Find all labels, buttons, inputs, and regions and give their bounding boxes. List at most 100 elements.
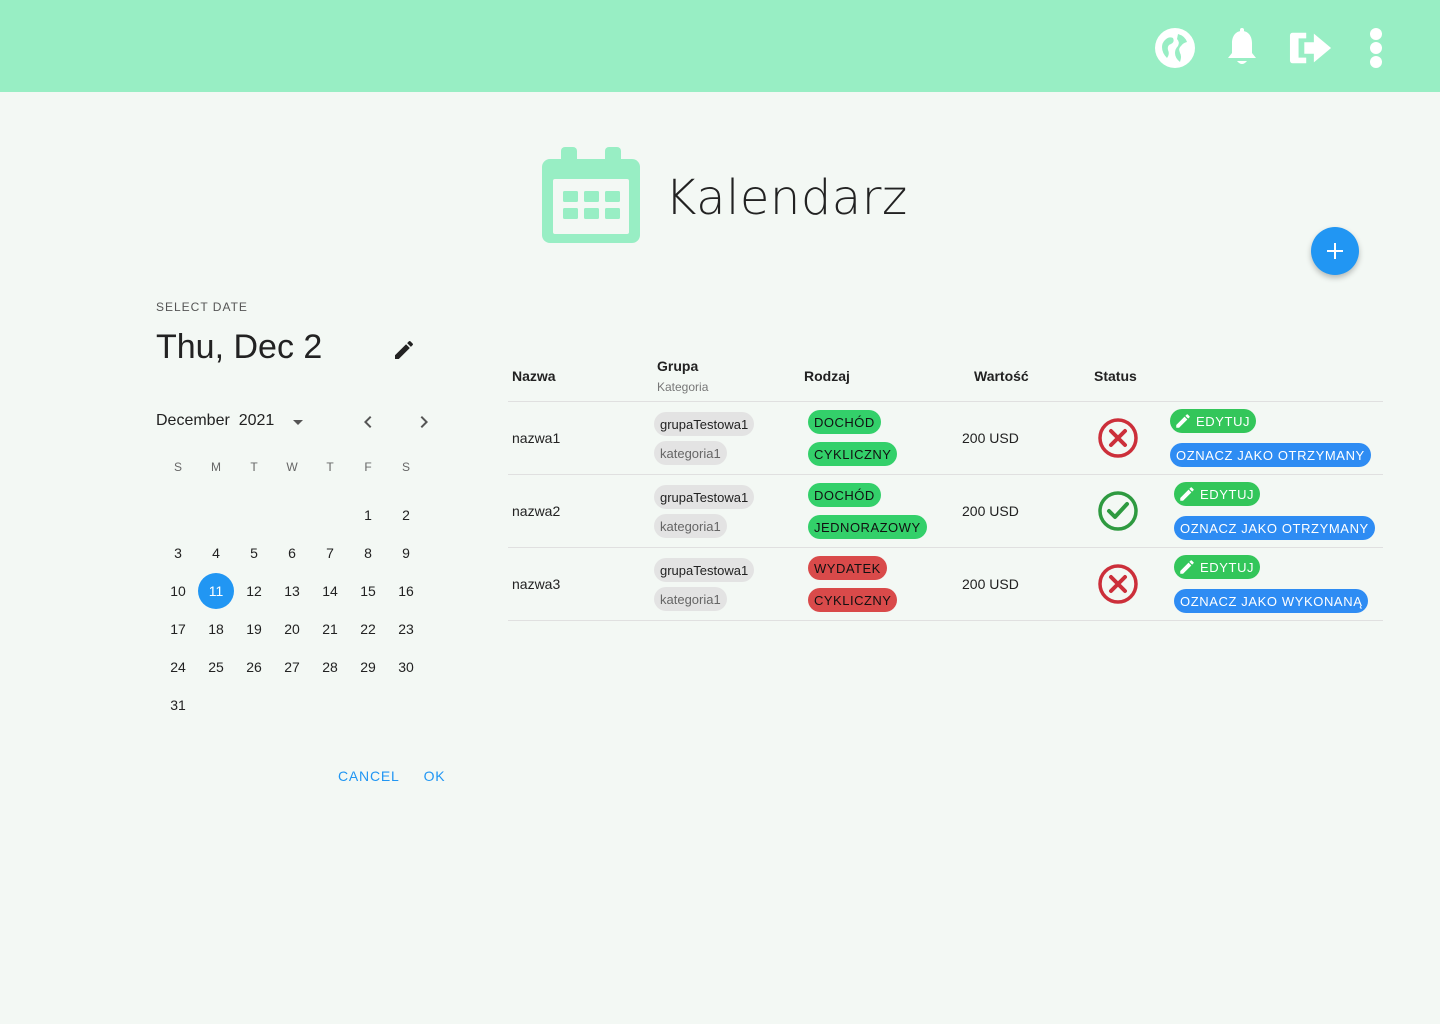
recurrence-chip: CYKLICZNY [808,588,898,612]
pencil-icon[interactable] [392,338,416,362]
pencil-icon [1180,487,1194,501]
day-28[interactable]: 28 [312,649,348,685]
arrow-drop-down-icon[interactable] [286,410,310,434]
page-header: Kalendarz [541,147,908,249]
day-15[interactable]: 15 [350,573,386,609]
row-name: nazwa2 [512,503,561,519]
chevron-right-icon[interactable] [412,410,436,434]
day-9[interactable]: 9 [388,535,424,571]
weekday-label: S [401,460,410,474]
weekday-label: M [211,460,221,474]
day-18[interactable]: 18 [198,611,234,647]
header-status: Status [1094,368,1137,384]
day-31[interactable]: 31 [160,687,196,723]
category-chip: kategoria1 [654,441,727,465]
table-row: nazwa1 grupaTestowa1 kategoria1 DOCHÓD CYKLI… [508,402,1383,475]
cancel-circle-icon [1096,562,1140,606]
pencil-icon [1180,560,1194,574]
weekday-label: S [173,460,182,474]
edit-label: EDYTUJ [1200,486,1255,502]
pencil-icon [1176,414,1190,428]
date-picker: SELECT DATE Thu, Dec 2 December 2021 S M… [156,296,446,784]
day-1[interactable]: 1 [350,497,386,533]
weekday-label: T [326,460,334,474]
day-11[interactable]: 11 [198,573,234,609]
mark-status-button[interactable]: OZNACZ JAKO WYKONANĄ [1174,589,1369,613]
check-circle-icon [1096,489,1140,533]
globe-icon[interactable] [1153,26,1197,70]
top-app-bar [0,0,1440,92]
edit-button[interactable]: EDYTUJ [1174,555,1261,579]
page-title: Kalendarz [665,170,908,226]
day-20[interactable]: 20 [274,611,310,647]
calendar-icon [541,147,641,249]
day-12[interactable]: 12 [236,573,272,609]
mark-status-button[interactable]: OZNACZ JAKO OTRZYMANY [1174,516,1375,540]
day-2[interactable]: 2 [388,497,424,533]
day-19[interactable]: 19 [236,611,272,647]
add-button[interactable] [1311,227,1359,275]
day-26[interactable]: 26 [236,649,272,685]
table-row: nazwa2 grupaTestowa1 kategoria1 DOCHÓD JEDNO… [508,475,1383,548]
cancel-circle-icon [1096,416,1140,460]
day-8[interactable]: 8 [350,535,386,571]
selected-date: Thu, Dec 2 [156,328,323,366]
logout-icon[interactable] [1289,26,1333,70]
row-value: 200 USD [962,503,1019,519]
day-empty [160,497,196,533]
transactions-table: Nazwa Grupa Kategoria Rodzaj Wartość Sta… [508,328,1383,621]
row-name: nazwa1 [512,430,561,446]
day-22[interactable]: 22 [350,611,386,647]
cancel-button[interactable]: CANCEL [338,768,400,784]
weekday-header: S M T W T F S [159,460,425,474]
day-3[interactable]: 3 [160,535,196,571]
day-30[interactable]: 30 [388,649,424,685]
day-25[interactable]: 25 [198,649,234,685]
day-23[interactable]: 23 [388,611,424,647]
category-chip: kategoria1 [654,587,727,611]
month-year-label[interactable]: December 2021 [156,412,274,430]
category-chip: kategoria1 [654,514,727,538]
day-empty [274,497,310,533]
day-empty [312,497,348,533]
edit-label: EDYTUJ [1196,413,1251,429]
day-7[interactable]: 7 [312,535,348,571]
row-name: nazwa3 [512,576,561,592]
header-name: Nazwa [512,368,556,384]
more-vert-icon[interactable] [1354,26,1398,70]
month-label: December [156,412,230,429]
day-16[interactable]: 16 [388,573,424,609]
type-chip: DOCHÓD [808,483,881,507]
header-value: Wartość [974,368,1029,384]
day-29[interactable]: 29 [350,649,386,685]
day-17[interactable]: 17 [160,611,196,647]
day-13[interactable]: 13 [274,573,310,609]
day-10[interactable]: 10 [160,573,196,609]
ok-button[interactable]: OK [424,768,446,784]
weekday-label: F [364,460,372,474]
type-chip: WYDATEK [808,556,887,580]
group-chip: grupaTestowa1 [654,412,755,436]
table-header: Nazwa Grupa Kategoria Rodzaj Wartość Sta… [508,328,1383,402]
edit-button[interactable]: EDYTUJ [1170,409,1257,433]
day-24[interactable]: 24 [160,649,196,685]
header-category: Kategoria [657,380,709,394]
day-grid: 1 2 3 4 5 6 7 8 9 10 11 12 13 14 15 16 17 18 19 20 21 22 23 24 2… [159,496,425,724]
day-6[interactable]: 6 [274,535,310,571]
day-27[interactable]: 27 [274,649,310,685]
weekday-label: W [286,460,298,474]
day-4[interactable]: 4 [198,535,234,571]
group-chip: grupaTestowa1 [654,558,755,582]
edit-button[interactable]: EDYTUJ [1174,482,1261,506]
month-switcher: December 2021 [156,410,446,434]
chevron-left-icon[interactable] [356,410,380,434]
bell-icon[interactable] [1220,26,1264,70]
day-empty [236,497,272,533]
day-5[interactable]: 5 [236,535,272,571]
day-14[interactable]: 14 [312,573,348,609]
edit-label: EDYTUJ [1200,559,1255,575]
group-chip: grupaTestowa1 [654,485,755,509]
day-21[interactable]: 21 [312,611,348,647]
mark-status-button[interactable]: OZNACZ JAKO OTRZYMANY [1170,443,1371,467]
recurrence-chip: CYKLICZNY [808,442,898,466]
